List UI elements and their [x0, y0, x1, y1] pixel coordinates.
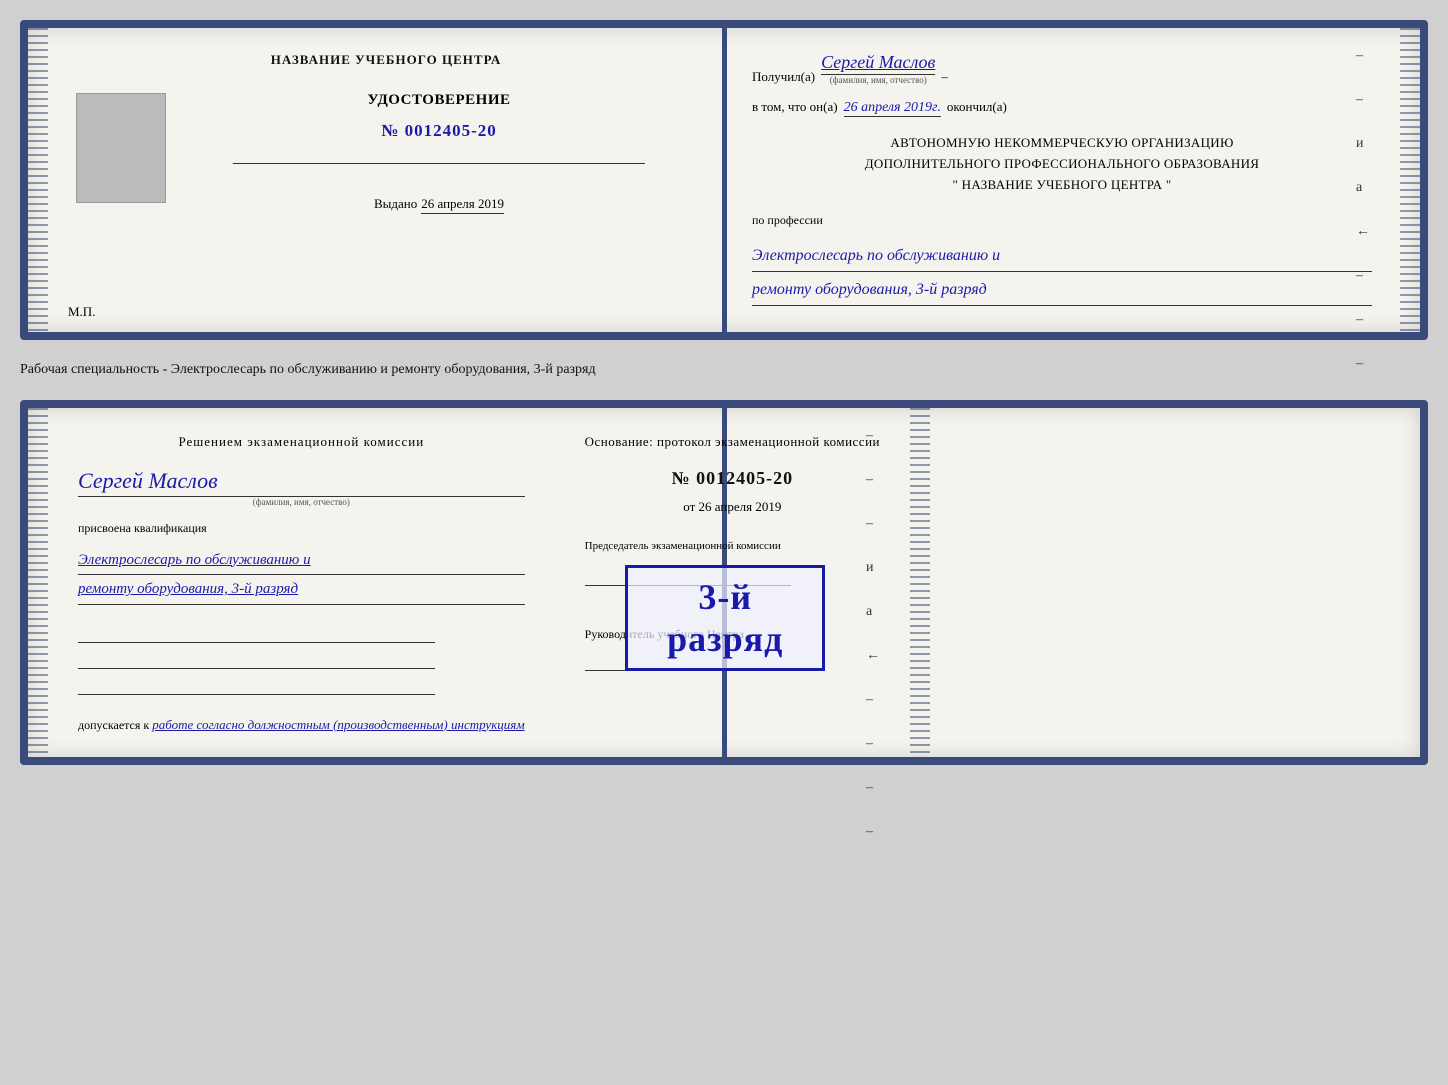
- org-line-1: АВТОНОМНУЮ НЕКОММЕРЧЕСКУЮ ОРГАНИЗАЦИЮ: [752, 133, 1372, 154]
- person-block: Сергей Маслов (фамилия, имя, отчество): [78, 468, 525, 507]
- photo-row: УДОСТОВЕРЕНИЕ № 0012405-20 Выдано 26 апр…: [76, 82, 696, 214]
- issued-label: Выдано: [374, 196, 417, 212]
- chairman-title: Председатель экзаменационной комиссии: [585, 539, 880, 554]
- between-text: Рабочая специальность - Электрослесарь п…: [20, 358, 1428, 382]
- person-subtitle: (фамилия, имя, отчество): [78, 497, 525, 507]
- received-label: Получил(а): [752, 69, 815, 85]
- center-title-1: НАЗВАНИЕ УЧЕБНОГО ЦЕНТРА: [271, 52, 502, 68]
- mp-label: М.П.: [68, 304, 95, 320]
- left-spine-1: [28, 28, 48, 332]
- right-spine-2: [910, 408, 930, 757]
- commission-title: Решением экзаменационной комиссии: [78, 432, 525, 452]
- protocol-date-prefix: от: [683, 499, 695, 514]
- qualification-label: присвоена квалификация: [78, 521, 525, 536]
- signature-lines: [78, 625, 525, 695]
- document-card-1: НАЗВАНИЕ УЧЕБНОГО ЦЕНТРА УДОСТОВЕРЕНИЕ №…: [20, 20, 1428, 340]
- profession-line-2: ремонту оборудования, 3-й разряд: [752, 276, 1372, 306]
- date-line-1: в том, что он(а) 26 апреля 2019г. окончи…: [752, 99, 1372, 117]
- issued-date: 26 апреля 2019: [421, 196, 504, 214]
- card1-left: НАЗВАНИЕ УЧЕБНОГО ЦЕНТРА УДОСТОВЕРЕНИЕ №…: [48, 28, 724, 332]
- stamp-text: 3-й разряд: [642, 576, 808, 660]
- card2-right: Основание: протокол экзаменационной коми…: [555, 408, 910, 757]
- completion-date: 26 апреля 2019г.: [844, 100, 941, 117]
- issued-line: Выдано 26 апреля 2019: [374, 196, 504, 214]
- cert-label: УДОСТОВЕРЕНИЕ: [368, 92, 511, 109]
- допускается-label: допускается к: [78, 718, 149, 732]
- recipient-line: Получил(а) Сергей Маслов (фамилия, имя, …: [752, 52, 1372, 85]
- qual-line-2: ремонту оборудования, 3-й разряд: [78, 575, 525, 605]
- qual-line-1: Электрослесарь по обслуживанию и: [78, 546, 525, 576]
- protocol-number: № 0012405-20: [585, 468, 880, 489]
- photo-placeholder: [76, 93, 166, 203]
- sig-line-1: [78, 625, 435, 643]
- person-name: Сергей Маслов: [78, 468, 525, 497]
- stamp-box: 3-й разряд: [625, 565, 825, 671]
- org-text: АВТОНОМНУЮ НЕКОММЕРЧЕСКУЮ ОРГАНИЗАЦИЮ ДО…: [752, 133, 1372, 195]
- osnov-title: Основание: протокол экзаменационной коми…: [585, 432, 880, 452]
- допускается-text: работе согласно должностным (производств…: [152, 717, 524, 732]
- document-card-2: Решением экзаменационной комиссии Сергей…: [20, 400, 1428, 765]
- card2-left: Решением экзаменационной комиссии Сергей…: [48, 408, 555, 757]
- side-dashes-2: – – – и а ← – – – –: [866, 428, 880, 840]
- dash-1: –: [941, 69, 948, 85]
- card1-right: Получил(а) Сергей Маслов (фамилия, имя, …: [724, 28, 1400, 332]
- profession-line-1: Электрослесарь по обслуживанию и: [752, 242, 1372, 272]
- допускается-block: допускается к работе согласно должностны…: [78, 717, 525, 733]
- protocol-date: от 26 апреля 2019: [585, 499, 880, 515]
- sig-line-3: [78, 677, 435, 695]
- cert-number: № 0012405-20: [381, 121, 497, 141]
- left-spine-2: [28, 408, 48, 757]
- org-line-3: " НАЗВАНИЕ УЧЕБНОГО ЦЕНТРА ": [752, 175, 1372, 196]
- recipient-name: Сергей Маслов: [821, 52, 935, 75]
- side-dashes-1: – – и а ← – – – –: [1356, 48, 1370, 416]
- sig-line-2: [78, 651, 435, 669]
- qualification-block: Электрослесарь по обслуживанию и ремонту…: [78, 546, 525, 605]
- protocol-date-value: 26 апреля 2019: [699, 499, 782, 514]
- page-wrapper: НАЗВАНИЕ УЧЕБНОГО ЦЕНТРА УДОСТОВЕРЕНИЕ №…: [20, 20, 1428, 765]
- right-spine-1: [1400, 28, 1420, 332]
- name-subtitle-1: (фамилия, имя, отчество): [821, 75, 935, 85]
- profession-block: Электрослесарь по обслуживанию и ремонту…: [752, 238, 1372, 306]
- org-line-2: ДОПОЛНИТЕЛЬНОГО ПРОФЕССИОНАЛЬНОГО ОБРАЗО…: [752, 154, 1372, 175]
- finished-label: окончил(а): [947, 99, 1007, 115]
- profession-label: по профессии: [752, 213, 1372, 228]
- in-that-label: в том, что он(а): [752, 99, 838, 115]
